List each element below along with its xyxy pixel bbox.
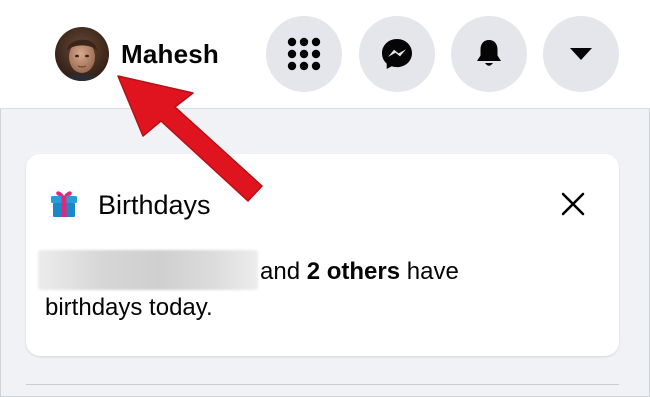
bell-icon [477, 40, 501, 66]
blurred-name [38, 250, 258, 290]
notifications-button[interactable] [451, 16, 527, 92]
menu-button[interactable] [266, 16, 342, 92]
message-text: and [260, 258, 301, 285]
caret-down-icon [570, 48, 592, 60]
grid-dots-icon [287, 37, 321, 71]
profile-name[interactable]: Mahesh [121, 39, 219, 70]
birthday-message-line1: and 2 others have [260, 256, 459, 288]
avatar[interactable] [55, 27, 109, 81]
profile-shortcut[interactable]: Mahesh [55, 27, 219, 81]
divider [26, 384, 619, 385]
top-bar: Mahesh [0, 0, 650, 109]
birthday-message-line2: birthdays today. [45, 294, 213, 321]
close-button[interactable] [556, 187, 590, 221]
account-menu-button[interactable] [543, 16, 619, 92]
messenger-button[interactable] [359, 16, 435, 92]
others-count[interactable]: 2 others [307, 258, 400, 285]
card-title: Birthdays [98, 190, 211, 220]
message-text: have [406, 258, 459, 285]
messenger-icon [382, 39, 412, 69]
gift-icon [48, 187, 80, 224]
close-icon [561, 192, 585, 216]
